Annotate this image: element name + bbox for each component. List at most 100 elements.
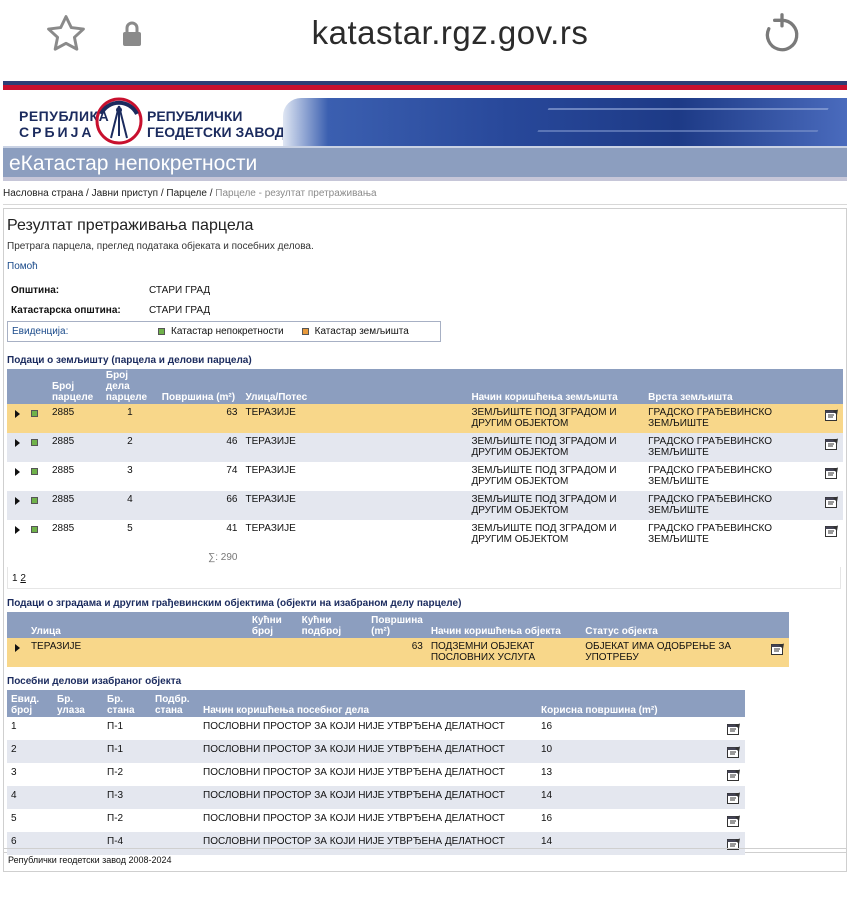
unit-apt: П-3 — [103, 786, 151, 809]
page-title: Резултат претраживања парцела — [7, 217, 254, 234]
building-status: ОБЈЕКАТ ИМА ОДОБРЕЊЕ ЗА УПОТРЕБУ — [581, 638, 767, 667]
logo-right-line1: РЕПУБЛИЧКИ — [147, 108, 243, 124]
reload-icon[interactable] — [760, 13, 804, 62]
unit-area: 16 — [541, 813, 553, 824]
orange-square-icon — [301, 328, 309, 335]
building-row[interactable]: ТЕРАЗИЈЕ 63 ПОДЗЕМНИ ОБЈЕКАТ ПОСЛОВНИХ У… — [7, 638, 789, 667]
parcel-row[interactable]: 2885 2 46 ТЕРАЗИЈЕ ЗЕМЉИШТЕ ПОД ЗГРАДОМ … — [7, 433, 843, 462]
breadcrumb: Насловна страна / Јавни приступ / Парцел… — [3, 181, 847, 205]
unit-id: 1 — [11, 721, 17, 732]
expand-arrow-icon[interactable] — [7, 404, 27, 433]
parcel-number: 2885 — [51, 523, 75, 534]
details-icon[interactable] — [820, 433, 843, 462]
green-square-icon — [26, 404, 48, 433]
details-icon[interactable] — [723, 717, 745, 740]
th-expand — [7, 369, 27, 404]
th-house-sub: Кућни подброј — [297, 612, 368, 638]
building-street: ТЕРАЗИЈЕ — [26, 638, 248, 667]
green-square-icon — [26, 433, 48, 462]
unit-row[interactable]: 2 П-1 ПОСЛОВНИ ПРОСТОР ЗА КОЈИ НИЈЕ УТВР… — [7, 740, 745, 763]
details-icon[interactable] — [820, 404, 843, 433]
unit-apt-sub — [151, 809, 199, 832]
parcel-number: 2885 — [51, 465, 75, 476]
parcel-type: ГРАДСКО ГРАЂЕВИНСКО ЗЕМЉИШТЕ — [644, 433, 821, 462]
breadcrumb-home[interactable]: Насловна страна — [3, 188, 83, 199]
parcel-row[interactable]: 2885 3 74 ТЕРАЗИЈЕ ЗЕМЉИШТЕ ПОД ЗГРАДОМ … — [7, 462, 843, 491]
parcels-section-title: Подаци о земљишту (парцела и делови парц… — [7, 355, 252, 366]
url-field[interactable]: katastar.rgz.gov.rs — [0, 14, 848, 52]
cadastral-label: Катастарска општина: — [11, 304, 121, 316]
expand-arrow-icon[interactable] — [7, 638, 27, 667]
expand-arrow-icon[interactable] — [7, 433, 27, 462]
records-legend: Евиденција: Катастар непокретности Катас… — [7, 321, 441, 342]
unit-apt: П-1 — [107, 721, 124, 732]
expand-arrow-icon[interactable] — [7, 520, 27, 549]
parcel-street: ТЕРАЗИЈЕ — [241, 404, 468, 433]
site-banner: РЕПУБЛИКА СРБИЈА РЕПУБЛИЧКИ ГЕОДЕТСКИ ЗА… — [3, 90, 847, 146]
th-apt-sub: Подбр. стана — [151, 690, 199, 717]
unit-usage: ПОСЛОВНИ ПРОСТОР ЗА КОЈИ НИЈЕ УТВРЂЕНА Д… — [199, 786, 537, 809]
parcel-area: 41 — [226, 523, 238, 534]
unit-row[interactable]: 1 П-1 ПОСЛОВНИ ПРОСТОР ЗА КОЈИ НИЈЕ УТВР… — [7, 717, 745, 740]
unit-row[interactable]: 5 П-2 ПОСЛОВНИ ПРОСТОР ЗА КОЈИ НИЈЕ УТВР… — [7, 809, 745, 832]
details-icon[interactable] — [766, 638, 789, 667]
parcel-part: 5 — [127, 523, 133, 534]
details-icon[interactable] — [723, 740, 745, 763]
parcel-usage: ЗЕМЉИШТЕ ПОД ЗГРАДОМ И ДРУГИМ ОБЈЕКТОМ — [471, 465, 617, 487]
parcel-number: 2885 — [47, 433, 102, 462]
expand-arrow-icon[interactable] — [7, 491, 27, 520]
cadastral-value: СТАРИ ГРАД — [149, 304, 211, 316]
unit-id: 2 — [7, 740, 53, 763]
page-2[interactable]: 2 — [20, 573, 26, 584]
help-link[interactable]: Помоћ — [7, 261, 843, 272]
parcel-row[interactable]: 2885 1 63 ТЕРАЗИЈЕ ЗЕМЉИШТЕ ПОД ЗГРАДОМ … — [7, 404, 843, 433]
details-icon[interactable] — [821, 462, 843, 491]
th-house-no: Кућни број — [247, 612, 298, 638]
units-section-title: Посебни делови изабраног објекта — [7, 676, 182, 687]
top-stripe — [3, 81, 847, 90]
unit-row[interactable]: 4 П-3 ПОСЛОВНИ ПРОСТОР ЗА КОЈИ НИЈЕ УТВР… — [7, 786, 745, 809]
th-entrance: Бр. улаза — [53, 690, 103, 717]
rgz-logo-text[interactable]: РЕПУБЛИЧКИ ГЕОДЕТСКИ ЗАВОД — [147, 108, 285, 140]
parcel-row[interactable]: 2885 5 41 ТЕРАЗИЈЕ ЗЕМЉИШТЕ ПОД ЗГРАДОМ … — [7, 520, 843, 549]
details-icon[interactable] — [821, 520, 843, 549]
parcel-type: ГРАДСКО ГРАЂЕВИНСКО ЗЕМЉИШТЕ — [644, 491, 821, 520]
parcel-row[interactable]: 2885 4 66 ТЕРАЗИЈЕ ЗЕМЉИШТЕ ПОД ЗГРАДОМ … — [7, 491, 843, 520]
page-1[interactable]: 1 — [12, 573, 18, 584]
parcel-usage: ЗЕМЉИШТЕ ПОД ЗГРАДОМ И ДРУГИМ ОБЈЕКТОМ — [471, 523, 617, 545]
unit-apt: П-2 — [107, 813, 124, 824]
parcel-type: ГРАДСКО ГРАЂЕВИНСКО ЗЕМЉИШТЕ — [644, 404, 821, 433]
unit-area: 13 — [541, 767, 553, 778]
unit-apt-sub — [151, 763, 199, 786]
details-icon[interactable] — [820, 491, 843, 520]
page-subtitle: Претрага парцела, преглед података објек… — [7, 241, 314, 252]
breadcrumb-public[interactable]: Јавни приступ — [92, 188, 158, 199]
parcel-street: ТЕРАЗИЈЕ — [245, 523, 296, 534]
app-title: еКатастар непокретности — [3, 146, 847, 177]
unit-usage: ПОСЛОВНИ ПРОСТОР ЗА КОЈИ НИЈЕ УТВРЂЕНА Д… — [199, 740, 537, 763]
parcel-usage: ЗЕМЉИШТЕ ПОД ЗГРАДОМ И ДРУГИМ ОБЈЕКТОМ — [467, 404, 645, 433]
buildings-table: Улица Кућни број Кућни подброј Површина … — [7, 612, 789, 667]
unit-apt-sub — [151, 717, 199, 740]
th-action — [723, 690, 745, 717]
breadcrumb-parcels[interactable]: Парцеле — [166, 188, 207, 199]
details-icon[interactable] — [723, 809, 745, 832]
th-street: Улица — [26, 612, 248, 638]
unit-id: 3 — [11, 767, 17, 778]
building-usage: ПОДЗЕМНИ ОБЈЕКАТ ПОСЛОВНИХ УСЛУГА — [426, 638, 582, 667]
building-house-sub — [297, 638, 368, 667]
unit-id: 5 — [11, 813, 17, 824]
municipality-value: СТАРИ ГРАД — [149, 284, 211, 296]
details-icon[interactable] — [723, 763, 745, 786]
rgz-emblem-icon[interactable] — [91, 94, 147, 146]
expand-arrow-icon[interactable] — [7, 462, 27, 491]
legend-land: Катастар земљишта — [314, 326, 409, 337]
green-square-icon — [27, 520, 48, 549]
unit-row[interactable]: 3 П-2 ПОСЛОВНИ ПРОСТОР ЗА КОЈИ НИЈЕ УТВР… — [7, 763, 745, 786]
unit-area: 10 — [537, 740, 723, 763]
th-parcel: Број парцеле — [47, 369, 102, 404]
parcel-part: 1 — [101, 404, 158, 433]
unit-entrance — [53, 717, 103, 740]
th-marker — [26, 369, 48, 404]
details-icon[interactable] — [723, 786, 745, 809]
